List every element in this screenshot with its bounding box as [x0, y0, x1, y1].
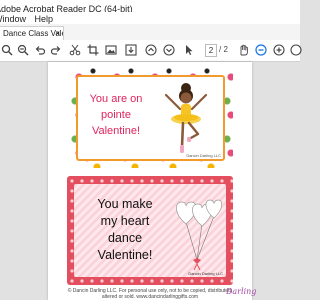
redo-icon[interactable] [49, 43, 63, 57]
card-message-line: You are on [89, 93, 143, 105]
zoom-out-icon[interactable] [16, 43, 30, 57]
select-arrow-icon[interactable] [182, 43, 196, 57]
ballerina-illustration [164, 83, 208, 153]
card-message-line: You make [97, 197, 153, 211]
card-inner-panel: You are on pointe Valentine! Dancin Darl… [76, 75, 225, 161]
document-tab[interactable]: Dance Class Valenti... × [0, 26, 64, 40]
toolbar: 2 / 2 [0, 40, 303, 62]
document-canvas[interactable]: You are on pointe Valentine! Dancin Darl… [0, 62, 300, 300]
card-credit: Dancin Darling LLC [188, 271, 223, 276]
crop-icon[interactable] [86, 43, 100, 57]
card-message-line: my heart [100, 214, 150, 228]
card-message-line: Valentine! [91, 125, 141, 137]
more-tools-icon[interactable] [289, 43, 303, 57]
cut-icon[interactable] [68, 43, 82, 57]
down-icon[interactable] [162, 43, 176, 57]
pdf-page: You are on pointe Valentine! Dancin Darl… [48, 62, 256, 300]
search-icon[interactable] [0, 43, 14, 57]
card-message-line: pointe [101, 109, 131, 121]
hand-icon[interactable] [237, 43, 251, 57]
undo-icon[interactable] [33, 43, 47, 57]
up-icon[interactable] [144, 43, 158, 57]
close-tab-icon[interactable]: × [55, 27, 60, 40]
card-message-line: Valentine! [97, 248, 153, 262]
zoom-in-circle-icon[interactable] [272, 43, 286, 57]
card-credit: Dancin Darling LLC [186, 153, 221, 158]
valentine-card-pointe: You are on pointe Valentine! Dancin Darl… [67, 67, 233, 168]
brand-logo: Darling [226, 287, 257, 296]
heart-balloons-illustration [176, 199, 223, 271]
copyright-footer: © Dancin Darling LLC. For personal use o… [52, 288, 248, 300]
total-pages: / 2 [219, 45, 228, 54]
current-page-input[interactable]: 2 [205, 44, 217, 57]
card-message: You are on pointe Valentine! [84, 91, 148, 139]
document-tab-strip: Dance Class Valenti... × [0, 24, 300, 41]
card-message: You make my heart dance Valentine! [80, 196, 170, 264]
image-icon[interactable] [104, 43, 118, 57]
copyright-line: altered or sold. www.dancindarlinggifts.… [101, 294, 199, 300]
zoom-out-circle-icon[interactable] [254, 43, 268, 57]
card-message-line: dance [107, 231, 143, 245]
valentine-card-heart: You make my heart dance Valentine! Danci… [67, 176, 233, 285]
card-inner-panel: You make my heart dance Valentine! Danci… [74, 184, 226, 277]
download-icon[interactable] [124, 43, 138, 57]
